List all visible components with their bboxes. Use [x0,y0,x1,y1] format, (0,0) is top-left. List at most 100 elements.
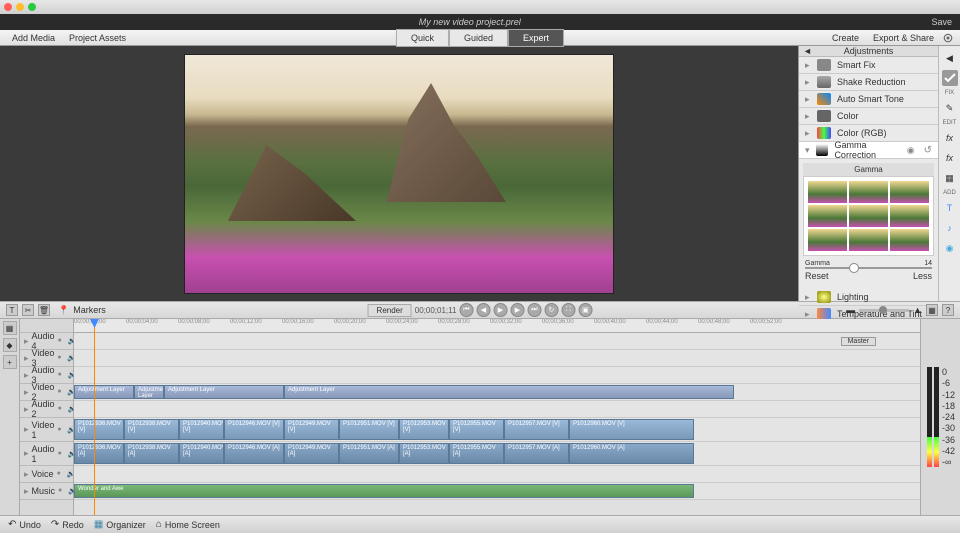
tab-quick[interactable]: Quick [396,29,449,47]
audio-clip[interactable]: P1012946.MOV [A] [224,443,284,464]
render-button[interactable]: Render [368,304,412,317]
home-screen-button[interactable]: ⌂Home Screen [156,519,220,530]
tracks-area[interactable]: 00;00;00;0000;00;04;0000;00;08;0000;00;1… [74,319,920,515]
music-tool-icon[interactable]: ♪ [942,220,958,236]
gamma-slider[interactable] [805,267,932,269]
safe-margins-icon[interactable]: ▣ [578,303,592,317]
video-clip[interactable]: P1012951.MOV [V] [339,419,399,440]
track-header-audio1[interactable]: ▸Audio 1●🔊 [20,442,73,466]
create-menu[interactable]: Create [826,31,865,45]
gamma-preset[interactable] [808,181,847,203]
audio-clip[interactable]: P1012953.MOV [A] [399,443,449,464]
audio-clip[interactable]: P1012957.MOV [A] [504,443,569,464]
snap-icon[interactable]: ▦ [926,304,938,316]
gamma-preset[interactable] [808,229,847,251]
chevron-icon[interactable]: ▸ [24,387,29,398]
step-back-icon[interactable]: ◀ [476,303,490,317]
adjustment-clip[interactable]: Adjustment Layer [74,385,134,399]
eye-icon[interactable]: ● [58,405,66,413]
audio-clip[interactable]: P1012955.MOV [A] [449,443,504,464]
adjustment-shake-reduction[interactable]: ▸Shake Reduction [799,74,938,91]
fx2-tool-icon[interactable]: fx [942,150,958,166]
rewind-icon[interactable]: ⏮ [459,303,473,317]
organizer-button[interactable]: ▦Organizer [94,519,146,530]
eye-icon[interactable]: ● [58,337,66,345]
audio-clip[interactable]: P1012936.MOV [A] [74,443,124,464]
play-icon[interactable]: ▶ [493,303,507,317]
zoom-icon[interactable] [28,3,36,11]
edit-tool-icon[interactable]: ✎ [942,100,958,116]
track-header-music[interactable]: ▸Music●🔊 [20,483,73,500]
zoom-out-icon[interactable]: ▬ [846,305,855,315]
adjustment-auto-smart-tone[interactable]: ▸Auto Smart Tone [799,91,938,108]
fullscreen-icon[interactable]: ⛶ [561,303,575,317]
chevron-icon[interactable]: ▸ [24,370,29,381]
redo-button[interactable]: ↷Redo [51,519,84,530]
video-clip[interactable]: P1012949.MOV [V] [284,419,339,440]
export-share-button[interactable]: Export & Share [867,31,940,45]
text-tool-icon[interactable]: T [942,200,958,216]
chevron-icon[interactable]: ▸ [24,336,29,347]
chevron-icon[interactable]: ▸ [24,424,29,435]
gamma-preset[interactable] [808,205,847,227]
track-video1[interactable]: P1012936.MOV [V]P1012938.MOV [V]P1012940… [74,418,920,442]
add-track-icon[interactable]: + [3,355,17,369]
minimize-icon[interactable] [16,3,24,11]
fx-tool-icon[interactable]: fx [942,130,958,146]
track-header-audio2[interactable]: ▸Audio 2●🔊 [20,401,73,418]
chevron-icon[interactable]: ▸ [24,469,29,480]
arrow-left-icon[interactable]: ◀ [942,50,958,66]
adjustment-color[interactable]: ▸Color [799,108,938,125]
time-ruler[interactable]: 00;00;00;0000;00;04;0000;00;08;0000;00;1… [74,319,920,333]
eye-icon[interactable]: ● [57,388,65,396]
audio-clip[interactable]: P1012940.MOV [A] [179,443,224,464]
track-audio3[interactable] [74,367,920,384]
track-audio1[interactable]: P1012936.MOV [A]P1012938.MOV [A]P1012940… [74,442,920,466]
markers-label[interactable]: Markers [73,305,106,315]
graphics-tool-icon[interactable]: ◉ [942,240,958,256]
project-assets-menu[interactable]: Project Assets [63,31,132,45]
eye-icon[interactable]: ● [58,487,66,495]
adjustment-smart-fix[interactable]: ▸Smart Fix [799,57,938,74]
adjustment-clip[interactable]: Adjustment Layer [164,385,284,399]
track-music[interactable]: Wonder and Awe [74,483,920,500]
select-tool-icon[interactable]: ▦ [3,321,17,335]
track-header-voice[interactable]: ▸Voice●🔊 [20,466,73,483]
add-tool-icon[interactable]: ▦ [942,170,958,186]
tool-text-icon[interactable]: T [6,304,18,316]
video-clip[interactable]: P1012938.MOV [V] [124,419,179,440]
tab-guided[interactable]: Guided [449,29,508,47]
gamma-preset[interactable] [890,181,929,203]
video-clip[interactable]: P1012940.MOV [V] [179,419,224,440]
zoom-in-icon[interactable]: ▲ [913,305,922,315]
loop-icon[interactable]: ↻ [544,303,558,317]
video-clip[interactable]: P1012953.MOV [V] [399,419,449,440]
save-button[interactable]: Save [931,17,952,27]
chevron-icon[interactable]: ▸ [24,448,29,459]
video-clip[interactable]: P1012955.MOV [V] [449,419,504,440]
chevron-icon[interactable]: ▸ [24,486,29,497]
gamma-preset[interactable] [849,181,888,203]
fix-tool-icon[interactable] [942,70,958,86]
gamma-preset[interactable] [849,229,888,251]
help-icon[interactable]: ? [942,304,954,316]
video-clip[interactable]: P1012946.MOV [V] [224,419,284,440]
audio-clip[interactable]: P1012951.MOV [A] [339,443,399,464]
step-fwd-icon[interactable]: ▶ [510,303,524,317]
track-audio2[interactable] [74,401,920,418]
track-voice[interactable] [74,466,920,483]
preview-frame[interactable] [184,54,614,294]
add-media-menu[interactable]: Add Media [6,31,61,45]
gamma-preset[interactable] [890,205,929,227]
eye-icon[interactable]: ◉ [907,145,915,156]
forward-icon[interactable]: ⏭ [527,303,541,317]
track-video2[interactable]: Adjustment LayerAdjustment LayerAdjustme… [74,384,920,401]
eye-icon[interactable]: ● [58,371,66,379]
undo-button[interactable]: ↶Undo [8,519,41,530]
reset-icon[interactable]: ↺ [924,145,932,156]
audio-clip[interactable]: P1012960.MOV [A] [569,443,694,464]
gear-icon[interactable] [942,32,954,44]
timecode-display[interactable]: 00;00;01;11 [415,306,457,315]
chevron-icon[interactable]: ▸ [24,353,29,364]
master-badge[interactable]: Master [841,337,876,346]
